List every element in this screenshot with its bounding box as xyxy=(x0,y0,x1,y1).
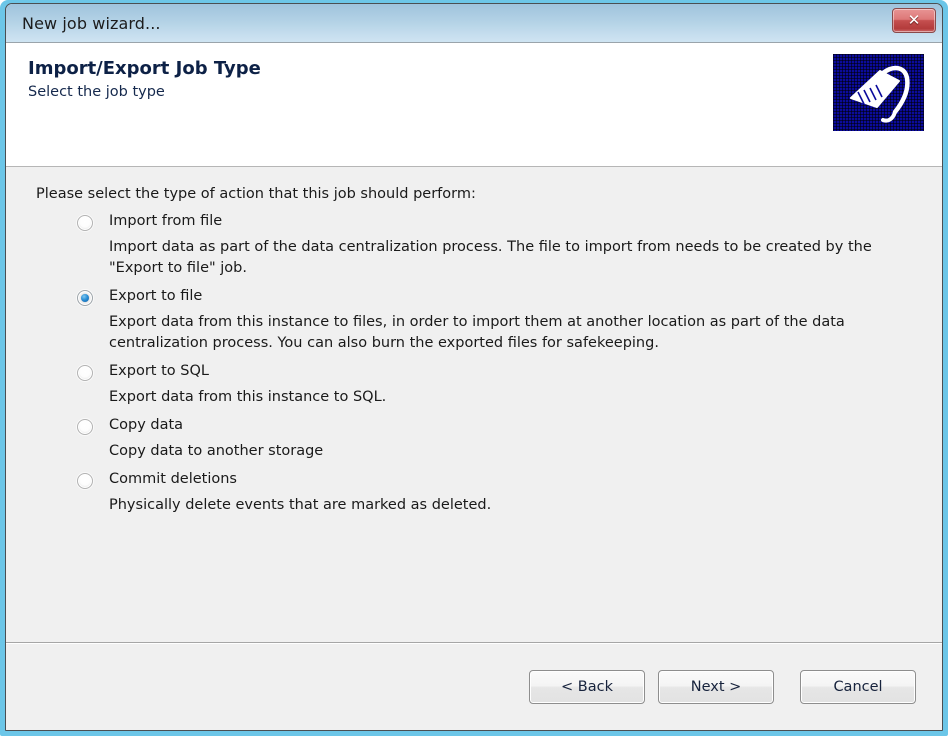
option-label: Import from file xyxy=(109,212,223,229)
option-export-to-sql: Export to SQL Export data from this inst… xyxy=(6,363,942,408)
option-copy-data: Copy data Copy data to another storage xyxy=(6,417,942,462)
wizard-body: Please select the type of action that th… xyxy=(6,167,942,642)
radio-row-export-to-sql[interactable]: Export to SQL xyxy=(6,363,942,381)
option-import-from-file: Import from file Import data as part of … xyxy=(6,213,942,279)
option-export-to-file: Export to file Export data from this ins… xyxy=(6,288,942,354)
wizard-header: Import/Export Job Type Select the job ty… xyxy=(6,43,942,167)
radio-row-commit-deletions[interactable]: Commit deletions xyxy=(6,471,942,489)
back-button[interactable]: < Back xyxy=(529,669,645,704)
radio-import-from-file[interactable] xyxy=(77,214,93,231)
option-label: Export to file xyxy=(109,287,203,304)
option-description: Export data from this instance to files,… xyxy=(109,313,845,351)
option-description: Export data from this instance to SQL. xyxy=(109,388,387,405)
radio-export-to-sql[interactable] xyxy=(77,364,93,381)
option-label: Export to SQL xyxy=(109,362,209,379)
intro-text: Please select the type of action that th… xyxy=(36,186,476,202)
cancel-button[interactable]: Cancel xyxy=(800,669,916,704)
option-description: Import data as part of the data centrali… xyxy=(109,238,872,276)
window-title: New job wizard... xyxy=(22,13,161,33)
radio-copy-data[interactable] xyxy=(77,418,93,435)
radio-row-export-to-file[interactable]: Export to file xyxy=(6,288,942,306)
close-button[interactable]: ✕ xyxy=(892,8,936,33)
title-bar: New job wizard... ✕ xyxy=(6,4,942,43)
window-inner: New job wizard... ✕ Import/Export Job Ty… xyxy=(5,3,943,731)
option-description: Copy data to another storage xyxy=(109,442,324,459)
radio-row-import-from-file[interactable]: Import from file xyxy=(6,213,942,231)
wizard-basket-icon xyxy=(833,54,924,131)
page-subtitle: Select the job type xyxy=(28,83,165,100)
option-description: Physically delete events that are marked… xyxy=(109,496,492,513)
page-title: Import/Export Job Type xyxy=(28,58,261,79)
radio-commit-deletions[interactable] xyxy=(77,472,93,489)
next-button[interactable]: Next > xyxy=(658,669,774,704)
wizard-footer: < Back Next > Cancel xyxy=(6,642,942,730)
option-label: Commit deletions xyxy=(109,470,237,487)
radio-export-to-file[interactable] xyxy=(77,289,93,306)
close-icon: ✕ xyxy=(907,11,921,29)
radio-row-copy-data[interactable]: Copy data xyxy=(6,417,942,435)
option-label: Copy data xyxy=(109,416,184,433)
wizard-window: New job wizard... ✕ Import/Export Job Ty… xyxy=(0,0,948,736)
option-commit-deletions: Commit deletions Physically delete event… xyxy=(6,471,942,516)
